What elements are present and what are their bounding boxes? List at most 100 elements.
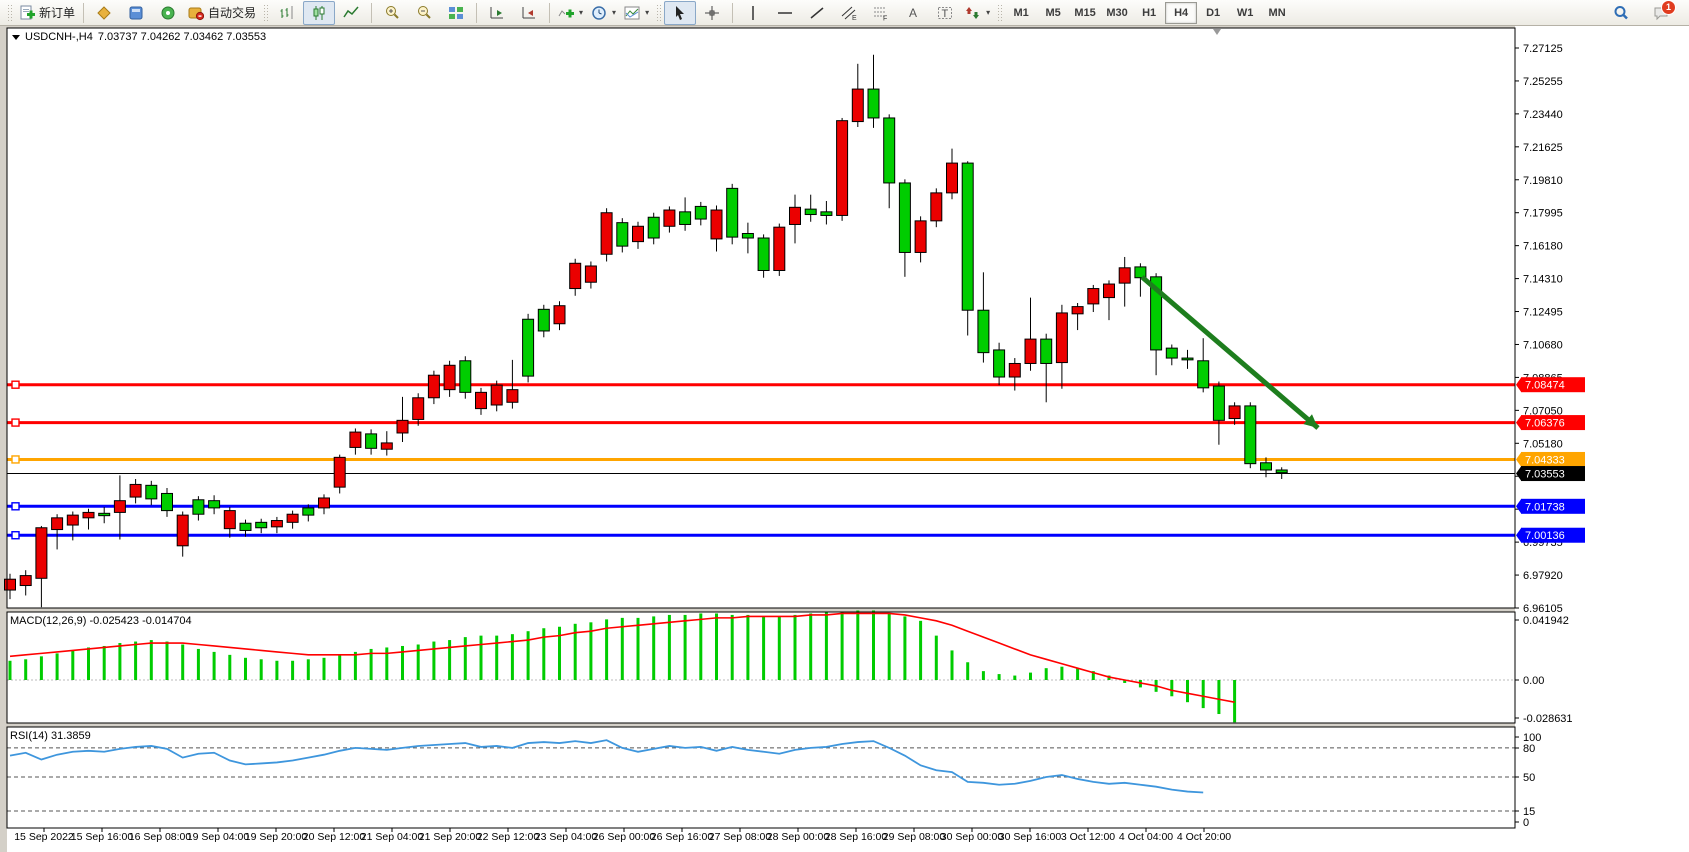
tile-windows-button[interactable]: [440, 1, 472, 25]
candle-body: [570, 263, 581, 288]
trendline-tool[interactable]: [801, 1, 833, 25]
macd-hist-bar: [71, 650, 74, 680]
arrows-icon: [965, 5, 981, 21]
zoom-out-icon: [416, 5, 432, 21]
date-tick-label: 23 Sep 04:00: [535, 831, 598, 843]
autotrade-icon: [188, 5, 204, 21]
level-label-text: 7.06376: [1525, 418, 1565, 430]
chart-menu-triangle-icon[interactable]: [12, 35, 20, 40]
candle-body: [1025, 339, 1036, 363]
vertical-line-tool[interactable]: [737, 1, 769, 25]
candle-body: [554, 306, 565, 324]
price-tick-label: 7.05180: [1523, 438, 1563, 450]
templates-button[interactable]: ▾: [620, 1, 653, 25]
tile-windows-icon: [448, 5, 464, 21]
channel-tool[interactable]: E: [833, 1, 865, 25]
macd-hist-bar: [1060, 667, 1063, 680]
date-tick-label: 19 Sep 04:00: [187, 831, 250, 843]
level-handle[interactable]: [12, 381, 19, 388]
timeframe-w1-button[interactable]: W1: [1229, 2, 1261, 24]
timeframe-h1-button[interactable]: H1: [1133, 2, 1165, 24]
timeframe-d1-button[interactable]: D1: [1197, 2, 1229, 24]
cursor-tool-button[interactable]: [664, 1, 696, 25]
chart-candles-button[interactable]: [303, 1, 335, 25]
candle-body: [947, 163, 958, 193]
level-label-text: 7.03553: [1525, 469, 1565, 481]
macd-hist-bar: [778, 616, 781, 680]
zoom-in-button[interactable]: [376, 1, 408, 25]
svg-text:F: F: [883, 15, 887, 21]
candle-body: [664, 210, 675, 226]
macd-hist-bar: [432, 642, 435, 680]
text-label-icon: T: [937, 5, 953, 21]
price-tick-label: 7.10680: [1523, 339, 1563, 351]
vertical-line-icon: [745, 5, 761, 21]
level-label-text: 7.04333: [1525, 454, 1565, 466]
chart-canvas[interactable]: 7.271257.252557.234407.216257.198107.179…: [0, 26, 1689, 852]
indicators-button[interactable]: ▾: [554, 1, 587, 25]
level-handle[interactable]: [12, 456, 19, 463]
chat-button[interactable]: 1: [1645, 1, 1677, 25]
timeframe-m5-button[interactable]: M5: [1037, 2, 1069, 24]
new-order-button[interactable]: 新订单: [15, 1, 79, 25]
periods-button[interactable]: ▾: [587, 1, 620, 25]
text-label-tool[interactable]: T: [929, 1, 961, 25]
macd-hist-bar: [323, 658, 326, 680]
candle-body: [1009, 363, 1020, 377]
crosshair-tool-button[interactable]: [696, 1, 728, 25]
chart-symbol-period: USDCNH-,H4: [25, 31, 93, 43]
candle-body: [52, 518, 63, 530]
macd-hist-bar: [888, 613, 891, 680]
profile-button[interactable]: [88, 1, 120, 25]
date-tick-label: 16 Sep 08:00: [129, 831, 192, 843]
date-tick-label: 30 Sep 16:00: [999, 831, 1062, 843]
timeframe-m15-button[interactable]: M15: [1069, 2, 1101, 24]
autotrade-button[interactable]: 自动交易: [184, 1, 260, 25]
navigator-button[interactable]: [152, 1, 184, 25]
level-handle[interactable]: [12, 419, 19, 426]
auto-scroll-button[interactable]: [481, 1, 513, 25]
macd-hist-bar: [794, 615, 797, 680]
toolbar-drag-handle[interactable]: [7, 4, 12, 22]
candle-body: [36, 528, 47, 579]
date-tick-label: 28 Sep 16:00: [825, 831, 888, 843]
equidistant-channel-icon: E: [841, 5, 857, 21]
chart-shift-button[interactable]: [513, 1, 545, 25]
fibonacci-tool[interactable]: F: [865, 1, 897, 25]
date-tick-label: 27 Sep 08:00: [709, 831, 772, 843]
candle-body: [758, 238, 769, 270]
chart-line-button[interactable]: [335, 1, 367, 25]
periods-caret-icon: ▾: [612, 8, 616, 17]
candle-body: [633, 226, 644, 241]
data-window-button[interactable]: [120, 1, 152, 25]
search-button[interactable]: [1605, 1, 1637, 25]
chart-window[interactable]: 7.271257.252557.234407.216257.198107.179…: [0, 26, 1689, 852]
svg-text:A: A: [909, 6, 917, 20]
chart-ohlc-quotes: 7.03737 7.04262 7.03462 7.03553: [98, 31, 266, 43]
macd-hist-bar: [213, 652, 216, 680]
date-tick-label: 21 Sep 20:00: [419, 831, 482, 843]
timeframe-m1-button[interactable]: M1: [1005, 2, 1037, 24]
candle-body: [428, 375, 439, 398]
macd-hist-bar: [385, 647, 388, 680]
macd-hist-bar: [1076, 668, 1079, 680]
macd-pane[interactable]: [7, 612, 1515, 723]
arrows-tool[interactable]: ▾: [961, 1, 994, 25]
candle-body: [444, 365, 455, 389]
rsi-name: RSI(14): [10, 730, 48, 742]
candle-body: [381, 443, 392, 449]
timeframe-mn-button[interactable]: MN: [1261, 2, 1293, 24]
chart-bars-button[interactable]: [271, 1, 303, 25]
timeframe-h4-button[interactable]: H4: [1165, 2, 1197, 24]
price-tick-label: 7.16180: [1523, 241, 1563, 253]
price-tick-label: 6.97920: [1523, 570, 1563, 582]
timeframe-m30-button[interactable]: M30: [1101, 2, 1133, 24]
horizontal-line-tool[interactable]: [769, 1, 801, 25]
zoom-out-button[interactable]: [408, 1, 440, 25]
level-handle[interactable]: [12, 532, 19, 539]
date-tick-label: 22 Sep 12:00: [477, 831, 540, 843]
macd-hist-bar: [652, 616, 655, 680]
macd-hist-bar: [542, 628, 545, 680]
level-handle[interactable]: [12, 503, 19, 510]
text-tool[interactable]: A: [897, 1, 929, 25]
